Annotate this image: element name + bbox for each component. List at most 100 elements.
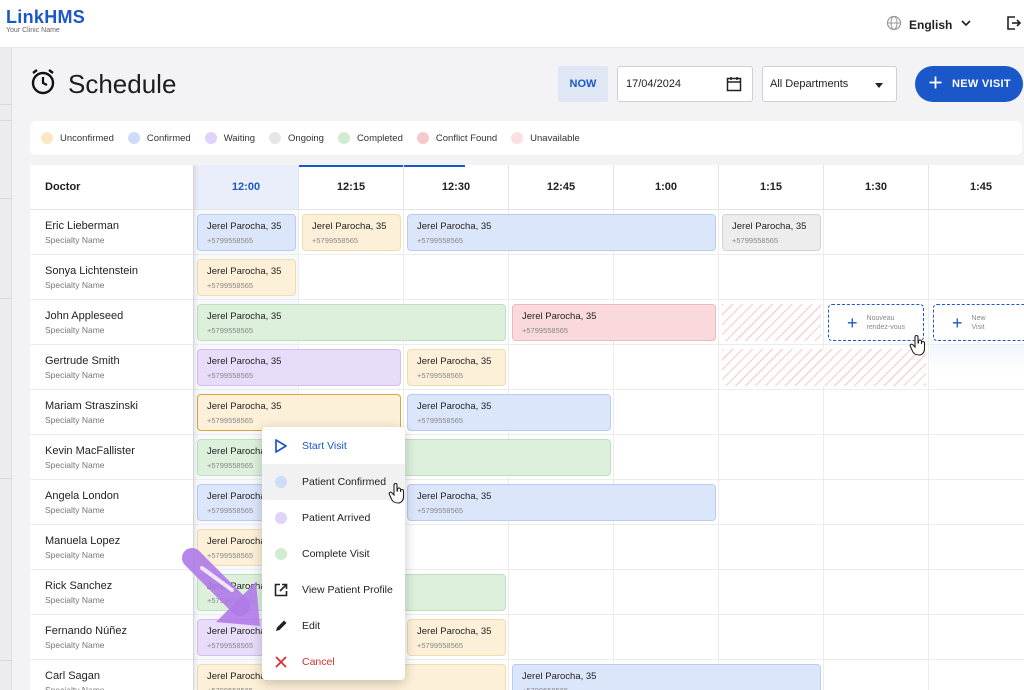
patient-name: Jerel Parocha, 35: [207, 266, 282, 277]
unavailable-block: [722, 304, 821, 341]
legend-label: Unavailable: [530, 132, 580, 144]
menu-item-start-visit[interactable]: Start Visit: [262, 428, 405, 464]
annotation-arrow: [178, 544, 268, 639]
appointment-card[interactable]: Jerel Parocha, 35 +5799558565: [407, 619, 506, 656]
menu-item-cancel[interactable]: Cancel: [262, 644, 405, 680]
dropdown-caret-icon: [875, 83, 883, 88]
doctor-row[interactable]: Manuela Lopez Specialty Name: [30, 525, 193, 570]
patient-phone: +5799558565: [522, 686, 820, 690]
doctor-name: Mariam Straszinski: [45, 399, 138, 412]
calendar-icon[interactable]: [726, 76, 742, 95]
grid-line: [613, 210, 614, 690]
legend-dot: [41, 132, 53, 144]
close-icon: [274, 655, 288, 669]
menu-item-label: Patient Confirmed: [302, 476, 387, 488]
patient-name: Jerel Parocha, 35: [417, 491, 492, 502]
doctor-row[interactable]: Mariam Straszinski Specialty Name: [30, 390, 193, 435]
new-slot-label-line2: rendez-vous: [866, 323, 906, 331]
doctor-name: Carl Sagan: [45, 669, 101, 682]
patient-name: Jerel Parocha, 35: [732, 221, 807, 232]
new-slot-label: Nouveau rendez-vous: [867, 314, 906, 332]
doctor-name: Fernando Núñez: [45, 624, 127, 637]
new-slot-label-line2: Visit: [971, 323, 985, 331]
patient-phone: +5799558565: [207, 326, 254, 335]
menu-item-patient-arrived[interactable]: Patient Arrived: [262, 500, 405, 536]
doctor-specialty: Specialty Name: [45, 684, 105, 690]
doctor-row[interactable]: Gertrude Smith Specialty Name: [30, 345, 193, 390]
logout-icon[interactable]: [1005, 14, 1023, 37]
menu-item-label: Complete Visit: [302, 548, 370, 560]
appointment-card[interactable]: Jerel Parocha, 35 +5799558565: [407, 394, 611, 431]
appointment-card[interactable]: Jerel Parocha, 35 +5799558565: [197, 349, 401, 386]
doctor-name: Manuela Lopez: [45, 534, 121, 547]
doctor-row[interactable]: Eric Lieberman Specialty Name: [30, 210, 193, 255]
doctor-row[interactable]: Kevin MacFallister Specialty Name: [30, 435, 193, 480]
logo-text: LinkHMS: [6, 7, 86, 27]
patient-name: Jerel Parocha, 35: [207, 356, 282, 367]
legend-dot: [511, 132, 524, 144]
patient-name: Jerel Parocha, 35: [417, 401, 492, 412]
menu-item-edit[interactable]: Edit: [262, 608, 405, 644]
date-picker[interactable]: 17/04/2024: [617, 66, 753, 102]
doctor-specialty: Specialty Name: [45, 639, 105, 650]
grid-line: [194, 389, 1024, 390]
doctor-specialty: Specialty Name: [45, 549, 105, 560]
appointment-card[interactable]: Jerel Parocha, 35 +5799558565: [197, 214, 296, 251]
patient-phone: +5799558565: [207, 416, 254, 425]
globe-icon: [886, 15, 902, 34]
appointment-card[interactable]: Jerel Parocha, 35 +5799558565: [407, 214, 716, 251]
time-header-1245: 12:45: [509, 165, 614, 210]
doctor-row[interactable]: Sonya Lichtenstein Specialty Name: [30, 255, 193, 300]
open-in-new-icon: [274, 583, 288, 597]
appointment-card[interactable]: Jerel Parocha, 35 +5799558565: [302, 214, 401, 251]
menu-item-view-patient-profile[interactable]: View Patient Profile: [262, 572, 405, 608]
doctor-row[interactable]: Fernando Núñez Specialty Name: [30, 615, 193, 660]
appointment-card[interactable]: Jerel Parocha, 35 +5799558565: [512, 304, 716, 341]
department-select[interactable]: All Departments: [762, 66, 897, 102]
patient-phone: +5799558565: [207, 281, 254, 290]
legend-dot: [269, 132, 282, 144]
new-visit-slot[interactable]: + New Visit: [933, 304, 1024, 341]
menu-item-complete-visit[interactable]: Complete Visit: [262, 536, 405, 572]
new-visit-button[interactable]: NEW VISIT: [915, 66, 1023, 102]
doctor-column-header: Doctor: [30, 165, 193, 210]
now-button[interactable]: NOW: [558, 66, 608, 102]
doctor-row[interactable]: Rick Sanchez Specialty Name: [30, 570, 193, 615]
doctor-name: Sonya Lichtenstein: [45, 264, 138, 277]
appointment-card[interactable]: Jerel Parocha, 35 +5799558565: [512, 664, 821, 690]
time-header-115: 1:15: [719, 165, 824, 210]
play-outline-icon: [274, 439, 288, 453]
appointment-card[interactable]: Jerel Parocha, 35 +5799558565: [722, 214, 821, 251]
doctor-row[interactable]: John Appleseed Specialty Name: [30, 300, 193, 345]
status-legend: Unconfirmed Confirmed Waiting Ongoing Comple…: [30, 121, 1022, 155]
doctor-specialty: Specialty Name: [45, 279, 105, 290]
menu-item-label: Patient Arrived: [302, 512, 371, 524]
date-value: 17/04/2024: [626, 78, 682, 90]
doctor-row[interactable]: Angela London Specialty Name: [30, 480, 193, 525]
grid-line: [718, 210, 719, 690]
patient-phone: +5799558565: [312, 236, 359, 245]
appointment-card[interactable]: Jerel Parocha, 35 +5799558565: [197, 259, 296, 296]
app-logo[interactable]: LinkHMS Your Clinic Name: [6, 8, 85, 35]
doctor-specialty: Specialty Name: [45, 504, 105, 515]
patient-name: Jerel Parocha, 35: [417, 221, 492, 232]
appointment-card[interactable]: Jerel Parocha, 35 +5799558565: [197, 304, 506, 341]
appointment-context-menu: Start Visit Patient Confirmed Patient Arri…: [262, 427, 405, 680]
legend-label: Completed: [356, 132, 403, 144]
doctor-name: Angela London: [45, 489, 120, 502]
patient-name: Jerel Parocha, 35: [207, 221, 282, 232]
legend-label: Ongoing: [288, 132, 324, 144]
appointment-card[interactable]: Jerel Parocha, 35 +5799558565: [407, 349, 506, 386]
legend-item-confirmed: Confirmed: [127, 132, 191, 144]
doctor-row[interactable]: Carl Sagan Specialty Name: [30, 660, 193, 690]
patient-phone: +5799558565: [732, 236, 779, 245]
appointment-card[interactable]: Jerel Parocha, 35 +5799558565: [197, 394, 401, 431]
doctor-name: John Appleseed: [45, 309, 124, 322]
grid-line: [194, 254, 1024, 255]
menu-item-patient-confirmed[interactable]: Patient Confirmed: [262, 464, 405, 500]
plus-icon: [929, 76, 942, 92]
page-title: Schedule: [68, 69, 177, 99]
clinic-name: Your Clinic Name: [6, 27, 60, 34]
appointment-card[interactable]: Jerel Parocha, 35 +5799558565: [407, 484, 716, 521]
language-selector[interactable]: English: [886, 15, 973, 34]
